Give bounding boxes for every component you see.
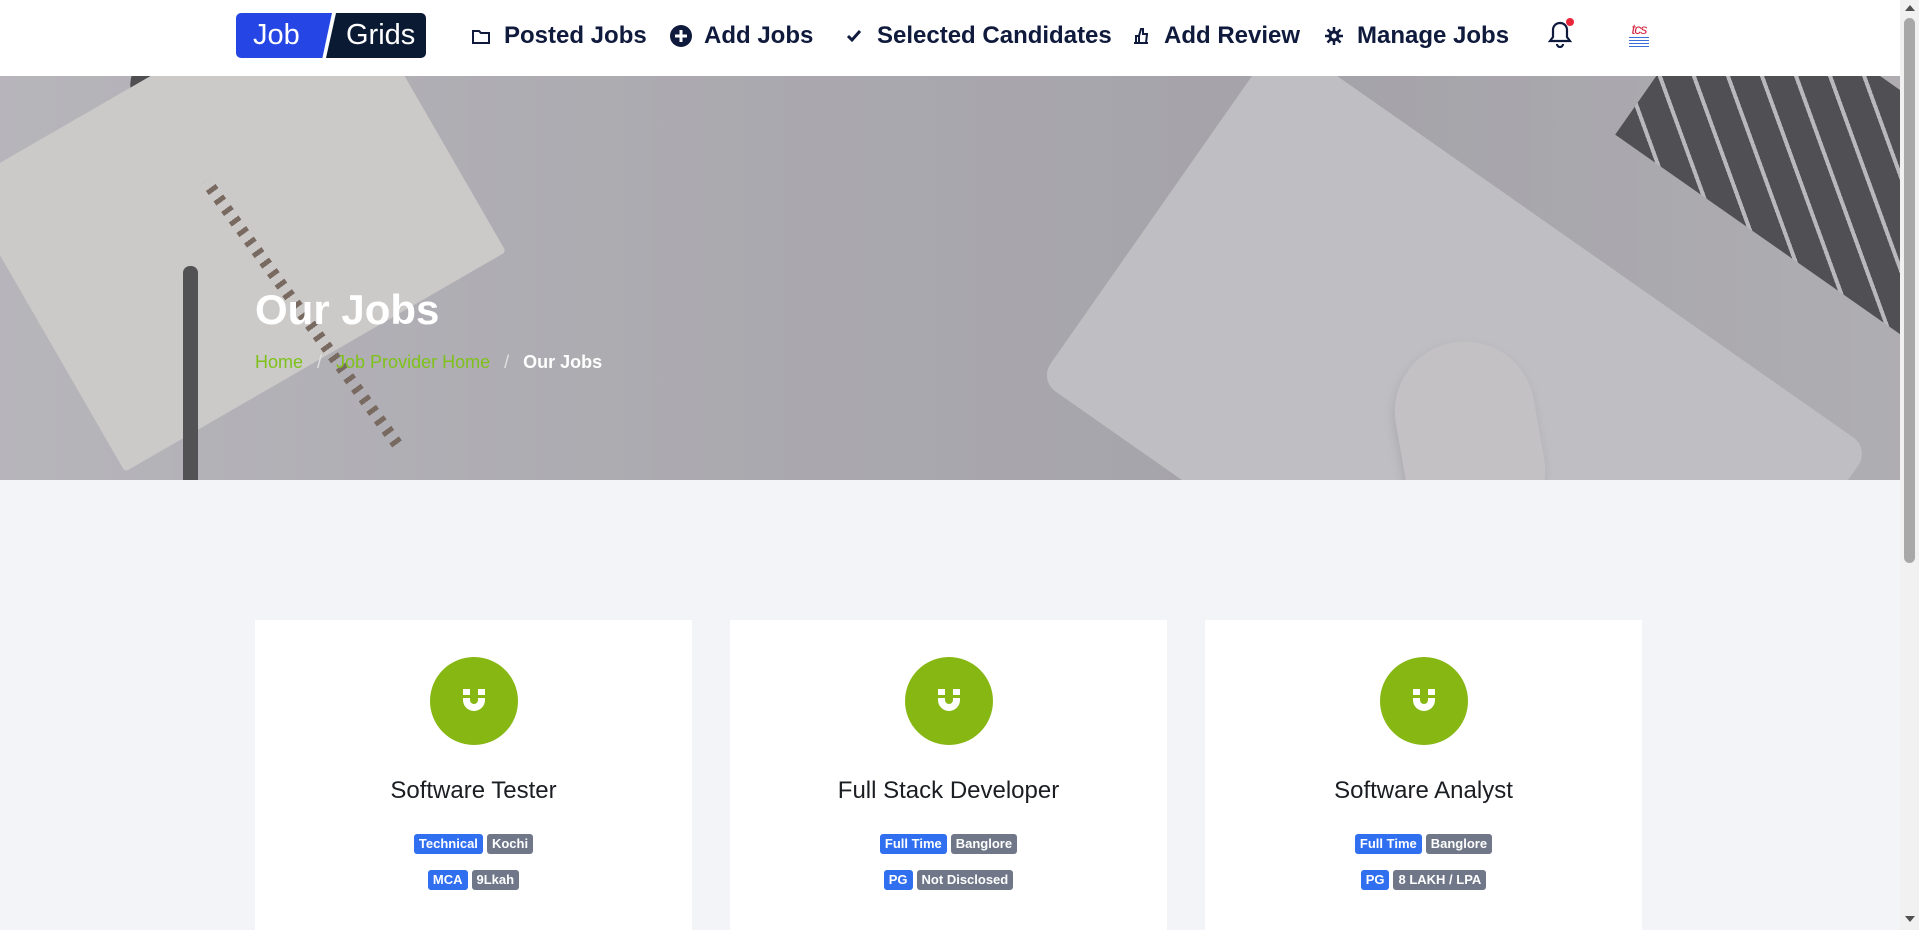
job-salary-tag: 8 LAKH / LPA (1393, 870, 1487, 890)
breadcrumb-separator: / (317, 352, 323, 372)
job-type-tag: Full Time (879, 834, 947, 854)
nav-selected-candidates-label: Selected Candidates (877, 22, 1112, 49)
breadcrumb: Home / Job Provider Home / Our Jobs (255, 352, 602, 373)
nav-add-review[interactable]: Add Review (1130, 20, 1300, 52)
top-navbar: Job Grids Posted Jobs Add Jobs Selected … (0, 0, 1900, 76)
job-card[interactable]: Software Analyst Full Time Banglore PG 8… (1205, 620, 1642, 930)
scroll-up-arrow-icon[interactable] (1905, 5, 1915, 11)
page-scrollbar[interactable] (1900, 0, 1919, 930)
company-logo-text: tcs (1631, 21, 1648, 37)
brand-logo[interactable]: Job Grids (236, 13, 426, 58)
brand-logo-job: Job (236, 13, 332, 58)
job-tags-row: Technical Kochi (255, 834, 692, 854)
scrollbar-thumb[interactable] (1904, 18, 1915, 563)
breadcrumb-provider-home-link[interactable]: Job Provider Home (336, 352, 490, 373)
job-title[interactable]: Software Analyst (1205, 777, 1642, 805)
breadcrumb-separator: / (504, 352, 510, 372)
job-title[interactable]: Software Tester (255, 777, 692, 805)
hero-overlay (0, 76, 1900, 480)
job-qualification-tag: PG (1360, 870, 1390, 890)
brand-logo-grids: Grids (326, 13, 426, 58)
notifications-button[interactable] (1547, 18, 1574, 52)
bell-icon (1547, 21, 1573, 52)
check-icon (843, 25, 865, 47)
job-card[interactable]: Full Stack Developer Full Time Banglore … (730, 620, 1167, 930)
job-salary-tag: Not Disclosed (916, 870, 1014, 890)
job-title[interactable]: Full Stack Developer (730, 777, 1167, 805)
gear-icon (1323, 25, 1345, 47)
job-location-tag: Banglore (950, 834, 1018, 854)
job-qualification-tag: MCA (427, 870, 468, 890)
job-tags-row: PG Not Disclosed (730, 870, 1167, 890)
breadcrumb-current: Our Jobs (523, 352, 603, 372)
notification-badge (1566, 18, 1574, 26)
job-tags-row: MCA 9Lkah (255, 870, 692, 890)
job-location-tag: Banglore (1425, 834, 1493, 854)
job-tags-row: Full Time Banglore (1205, 834, 1642, 854)
nav-manage-jobs[interactable]: Manage Jobs (1323, 20, 1509, 52)
job-location-tag: Kochi (486, 834, 534, 854)
folder-icon (470, 25, 492, 47)
thumbs-up-icon (1130, 25, 1152, 47)
page-hero-banner: Our Jobs Home / Job Provider Home / Our … (0, 76, 1900, 480)
scroll-down-arrow-icon[interactable] (1905, 916, 1915, 922)
nav-posted-jobs-label: Posted Jobs (504, 22, 647, 49)
magnet-icon (904, 657, 993, 745)
nav-add-review-label: Add Review (1164, 22, 1301, 49)
page-title: Our Jobs (255, 286, 440, 333)
job-type-tag: Full Time (1354, 834, 1422, 854)
nav-manage-jobs-label: Manage Jobs (1357, 22, 1510, 49)
company-logo-lines (1629, 37, 1649, 47)
job-tags-row: PG 8 LAKH / LPA (1205, 870, 1642, 890)
magnet-icon (429, 657, 518, 745)
job-card[interactable]: Software Tester Technical Kochi MCA 9Lka… (255, 620, 692, 930)
nav-add-jobs-label: Add Jobs (704, 22, 814, 49)
nav-posted-jobs[interactable]: Posted Jobs (470, 20, 647, 52)
nav-add-jobs[interactable]: Add Jobs (670, 20, 813, 52)
job-type-tag: Technical (413, 834, 483, 854)
job-tags-row: Full Time Banglore (730, 834, 1167, 854)
job-qualification-tag: PG (883, 870, 913, 890)
plus-circle-icon (670, 25, 692, 47)
magnet-icon (1379, 657, 1468, 745)
company-avatar[interactable]: tcs (1624, 22, 1654, 50)
job-salary-tag: 9Lkah (471, 870, 520, 890)
breadcrumb-home-link[interactable]: Home (255, 352, 303, 373)
nav-selected-candidates[interactable]: Selected Candidates (843, 20, 1112, 52)
